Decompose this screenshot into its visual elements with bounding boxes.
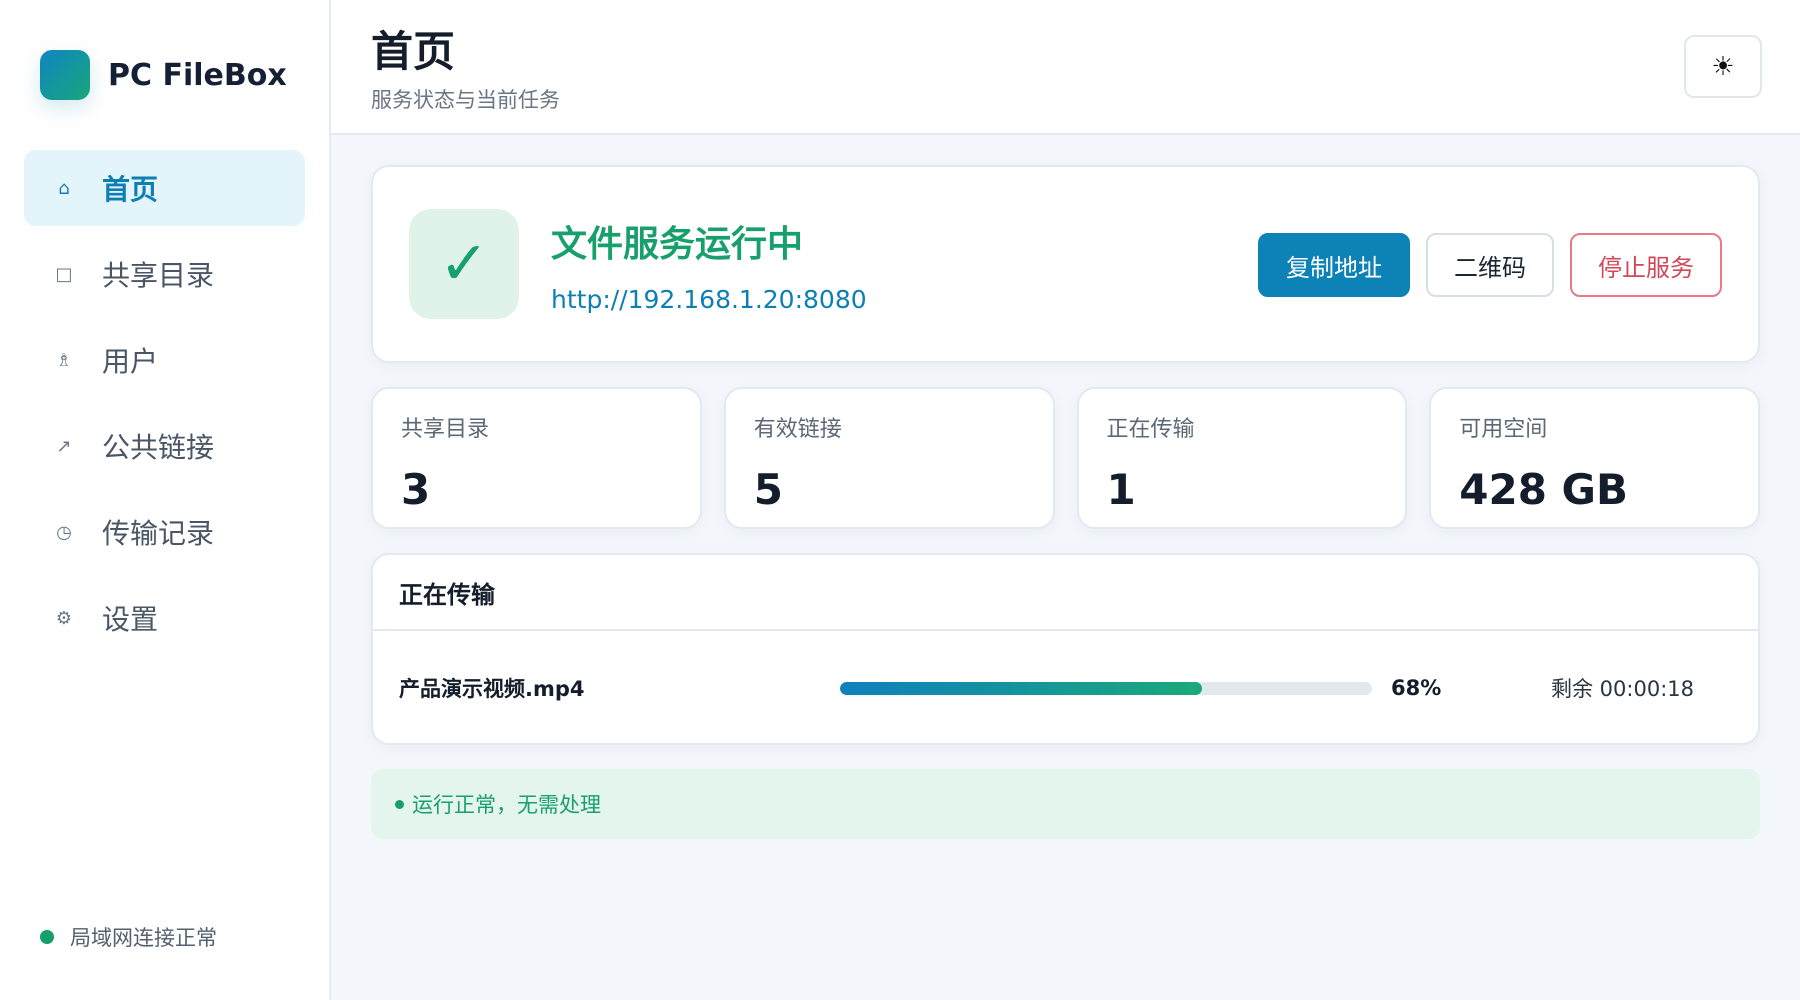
sidebar-item-users[interactable]: ♗ 用户 (24, 322, 305, 398)
page-title: 首页 (371, 27, 456, 76)
sidebar-item-label: 传输记录 (102, 517, 215, 550)
health-notice-text: 运行正常，无需处理 (412, 793, 601, 817)
stat-value: 3 (401, 465, 431, 514)
page-content: ✓ 文件服务运行中 http://192.168.1.20:8080 复制地址 … (331, 135, 1800, 839)
progress-percent: 68% (1391, 676, 1442, 700)
health-notice: 运行正常，无需处理 (371, 769, 1760, 839)
gear-icon: ⚙ (55, 607, 73, 629)
sidebar: PC FileBox ⌂ 首页 □ 共享目录 ♗ 用户 ↗ 公共链接 ◷ 传输记… (0, 0, 331, 1000)
app-window: PC FileBox ⌂ 首页 □ 共享目录 ♗ 用户 ↗ 公共链接 ◷ 传输记… (0, 0, 1800, 1000)
service-info: 文件服务运行中 http://192.168.1.20:8080 (551, 215, 867, 314)
sidebar-item-public-links[interactable]: ↗ 公共链接 (24, 408, 305, 484)
stat-card-shared-folders: 共享目录 3 (371, 387, 702, 529)
sidebar-item-shared-folders[interactable]: □ 共享目录 (24, 236, 305, 312)
status-dot (40, 930, 54, 944)
transfer-file-name: 产品演示视频.mp4 (399, 677, 585, 701)
stat-label: 正在传输 (1106, 417, 1195, 442)
time-remaining: 剩余 00:00:18 (1551, 677, 1694, 701)
stats-row: 共享目录 3 有效链接 5 正在传输 1 可用空间 428 GB (371, 387, 1760, 529)
progress-bar-fill (840, 682, 1202, 695)
sidebar-item-settings[interactable]: ⚙ 设置 (24, 580, 305, 656)
connection-status: 局域网连接正常 (40, 922, 217, 952)
main-area: 首页 服务状态与当前任务 ☀ ✓ 文件服务运行中 http://192.168.… (331, 0, 1800, 1000)
app-logo (40, 50, 90, 100)
stat-label: 有效链接 (753, 417, 842, 442)
stat-card-active-links: 有效链接 5 (723, 387, 1055, 529)
stat-label: 共享目录 (401, 417, 490, 442)
folder-icon: □ (55, 263, 73, 285)
stat-card-free-space: 可用空间 428 GB (1429, 387, 1760, 529)
brand: PC FileBox (24, 0, 305, 150)
clock-icon: ◷ (56, 521, 72, 543)
stat-card-transferring: 正在传输 1 (1076, 387, 1408, 529)
sidebar-item-transfer-history[interactable]: ◷ 传输记录 (24, 494, 305, 570)
sidebar-item-label: 首页 (102, 173, 159, 206)
notice-dot (395, 799, 404, 809)
transfer-row[interactable]: 产品演示视频.mp4 68% 剩余 00:00:18 (373, 631, 1758, 745)
stat-value: 1 (1106, 465, 1136, 514)
sidebar-nav: ⌂ 首页 □ 共享目录 ♗ 用户 ↗ 公共链接 ◷ 传输记录 ⚙ 设置 (24, 150, 305, 656)
service-status-title: 文件服务运行中 (551, 223, 804, 265)
stat-value: 5 (753, 465, 783, 514)
home-icon: ⌂ (58, 177, 70, 199)
sidebar-item-label: 公共链接 (102, 431, 215, 464)
connection-status-text: 局域网连接正常 (70, 926, 217, 950)
transfers-title: 正在传输 (373, 555, 1758, 631)
theme-toggle-button[interactable]: ☀ (1684, 35, 1762, 98)
progress-bar (840, 682, 1372, 695)
qr-code-button[interactable]: 二维码 (1426, 233, 1554, 297)
active-transfers-card: 正在传输 产品演示视频.mp4 68% 剩余 00:00:18 (371, 553, 1760, 745)
service-status-card: ✓ 文件服务运行中 http://192.168.1.20:8080 复制地址 … (371, 165, 1760, 363)
sidebar-item-label: 设置 (102, 603, 159, 636)
stat-label: 可用空间 (1459, 417, 1548, 442)
sun-icon: ☀ (1711, 51, 1735, 82)
service-actions: 复制地址 二维码 停止服务 (1242, 233, 1722, 297)
sidebar-item-label: 用户 (102, 345, 159, 378)
page-subtitle: 服务状态与当前任务 (371, 88, 560, 112)
link-icon: ↗ (56, 435, 72, 457)
sidebar-item-home[interactable]: ⌂ 首页 (24, 150, 305, 226)
stat-value: 428 GB (1459, 465, 1629, 514)
sidebar-item-label: 共享目录 (102, 259, 215, 292)
checkmark-icon: ✓ (409, 209, 519, 319)
copy-address-button[interactable]: 复制地址 (1258, 233, 1410, 297)
user-icon: ♗ (55, 349, 73, 371)
service-url-link[interactable]: http://192.168.1.20:8080 (551, 285, 867, 314)
app-name: PC FileBox (108, 57, 287, 93)
stop-service-button[interactable]: 停止服务 (1570, 233, 1722, 297)
page-header: 首页 服务状态与当前任务 ☀ (331, 0, 1800, 135)
